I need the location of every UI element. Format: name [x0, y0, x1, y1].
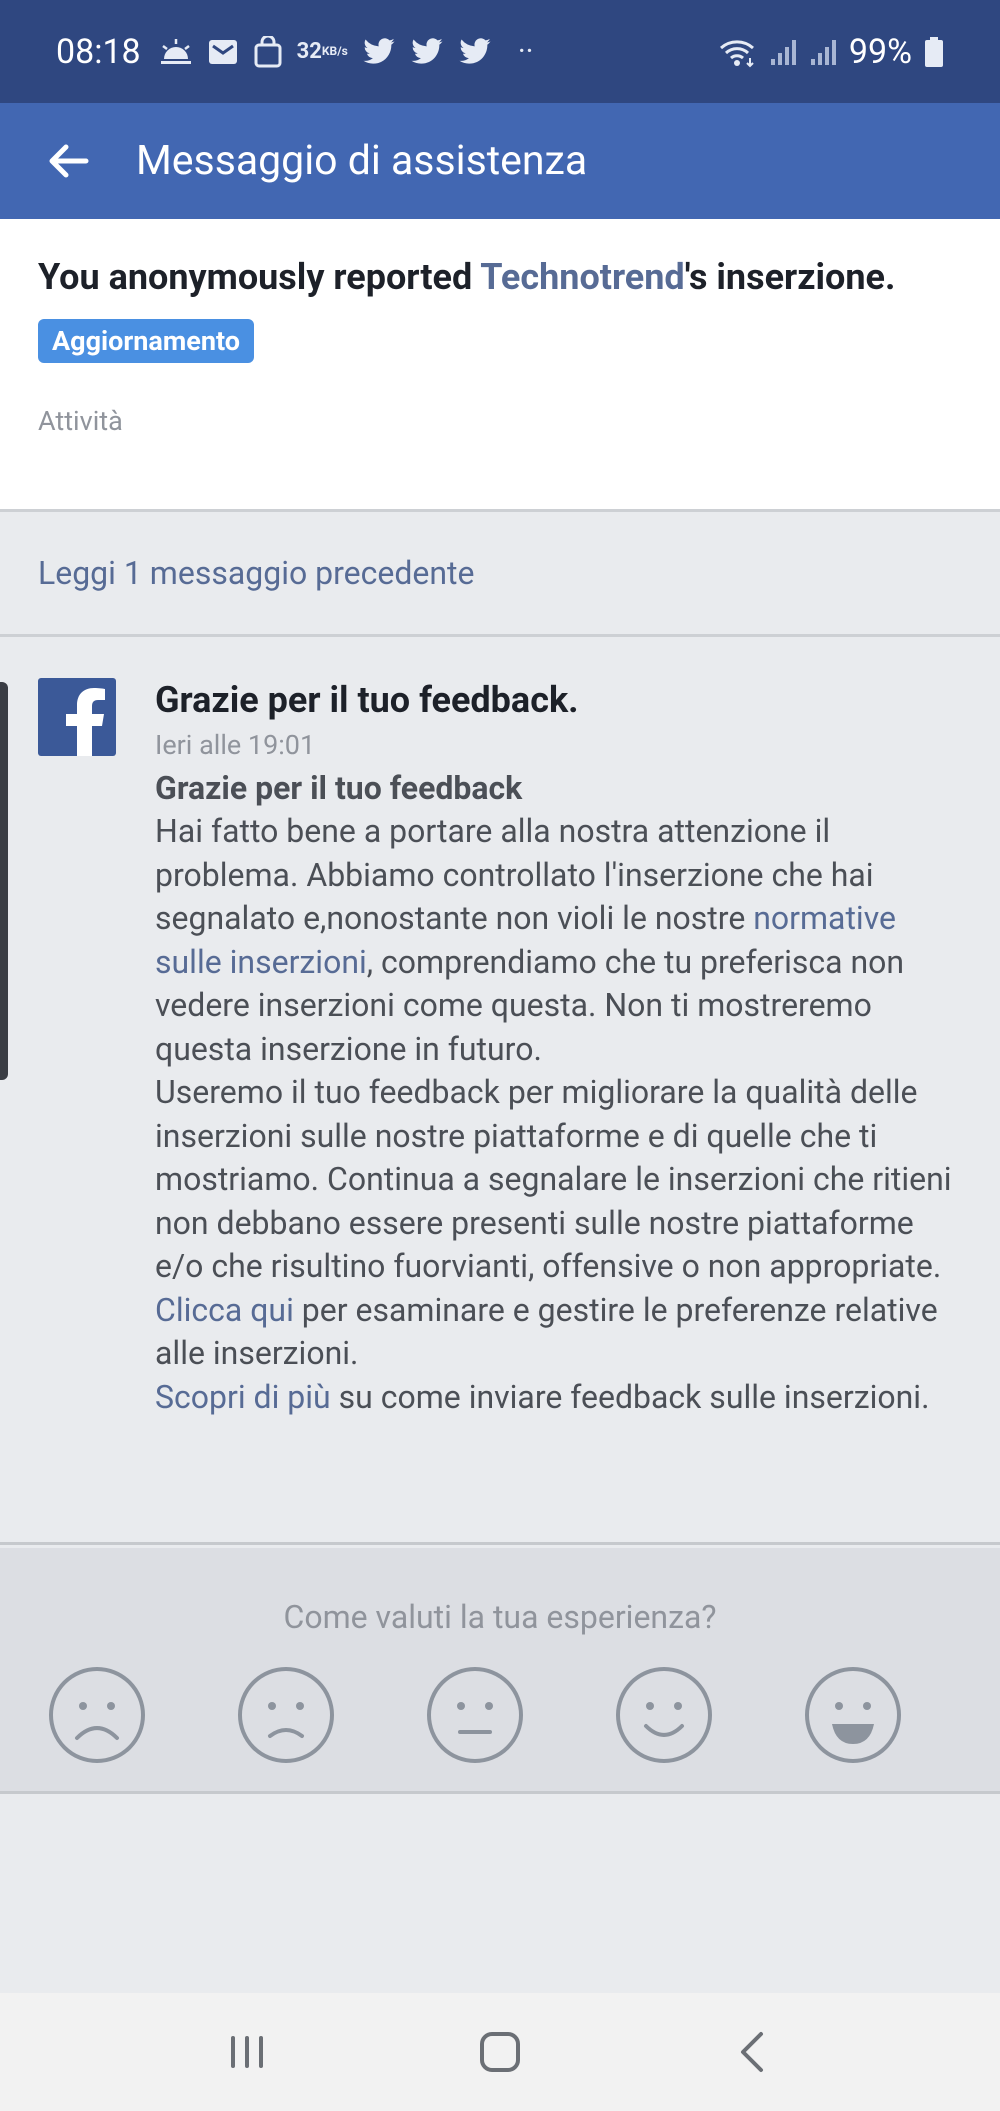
system-back-button[interactable] — [713, 2012, 793, 2092]
twitter-icon — [362, 37, 396, 67]
status-system-icons: 99% — [717, 32, 944, 72]
big-smile-face-icon[interactable] — [804, 1666, 902, 1764]
status-time: 08:18 — [56, 31, 141, 72]
battery-percentage: 99% — [848, 31, 912, 72]
message-subtitle: Grazie per il tuo feedback — [155, 769, 523, 807]
message-timestamp: Ieri alle 19:01 — [155, 729, 316, 761]
chevron-left-icon — [741, 2032, 764, 2072]
signal-icon — [809, 37, 837, 67]
page-title: Messaggio di assistenza — [136, 137, 588, 185]
neutral-face-icon[interactable] — [426, 1666, 524, 1764]
more-notifications-dots: ·· — [517, 34, 534, 69]
wifi-icon — [717, 36, 757, 68]
sad-face-icon[interactable] — [237, 1666, 335, 1764]
message-paragraph: Scopri di più su come inviare feedback s… — [155, 1377, 930, 1416]
ad-preferences-link[interactable]: Clicca qui — [155, 1291, 294, 1329]
status-notification-icons: 32 KB/s ·· — [159, 34, 534, 69]
twitter-icon — [458, 37, 492, 67]
message-body: Grazie per il tuo feedback. Ieri alle 19… — [155, 676, 965, 1419]
back-arrow-icon — [49, 144, 89, 178]
recent-apps-button[interactable] — [207, 2012, 287, 2092]
recent-apps-icon — [230, 2036, 263, 2068]
report-header: You anonymously reported Technotrend's i… — [0, 219, 1000, 512]
very-sad-face-icon[interactable] — [48, 1666, 146, 1764]
read-previous-messages-link[interactable]: Leggi 1 messaggio precedente — [38, 554, 474, 592]
signal-icon — [769, 37, 797, 67]
back-button[interactable] — [40, 133, 96, 189]
mail-icon — [207, 37, 239, 67]
advertiser-name-link[interactable]: Technotrend — [480, 256, 684, 298]
experience-rating: Come valuti la tua esperienza? — [0, 1548, 1000, 1794]
home-button[interactable] — [460, 2012, 540, 2092]
smile-face-icon[interactable] — [615, 1666, 713, 1764]
report-title: You anonymously reported Technotrend's i… — [38, 256, 896, 298]
rating-question: Come valuti la tua esperienza? — [283, 1598, 717, 1636]
older-messages-row: Leggi 1 messaggio precedente — [0, 512, 1000, 637]
home-icon — [479, 2032, 520, 2072]
message-paragraph: Hai fatto bene a portare alla nostra att… — [155, 812, 905, 1068]
activity-label: Attività — [38, 405, 123, 437]
weather-icon — [159, 37, 193, 67]
battery-icon — [924, 36, 944, 68]
rating-faces — [48, 1666, 902, 1764]
facebook-logo-icon — [38, 678, 116, 756]
system-navigation-bar — [0, 1993, 1000, 2111]
message-title: Grazie per il tuo feedback. — [155, 679, 579, 721]
message-paragraph: Clicca qui per esaminare e gestire le pr… — [155, 1290, 938, 1373]
shopping-bag-icon — [253, 35, 283, 68]
learn-more-link[interactable]: Scopri di più — [155, 1378, 331, 1416]
message-paragraph: Useremo il tuo feedback per migliorare l… — [155, 1073, 952, 1285]
scroll-indicator — [0, 682, 8, 1080]
status-badge: Aggiornamento — [38, 319, 254, 363]
twitter-icon — [410, 37, 444, 67]
network-speed-indicator: 32 KB/s — [296, 38, 348, 64]
status-bar: 08:18 32 KB/s ·· 99% — [0, 0, 1000, 103]
support-message: Grazie per il tuo feedback. Ieri alle 19… — [0, 640, 1000, 1545]
app-bar: Messaggio di assistenza — [0, 103, 1000, 219]
